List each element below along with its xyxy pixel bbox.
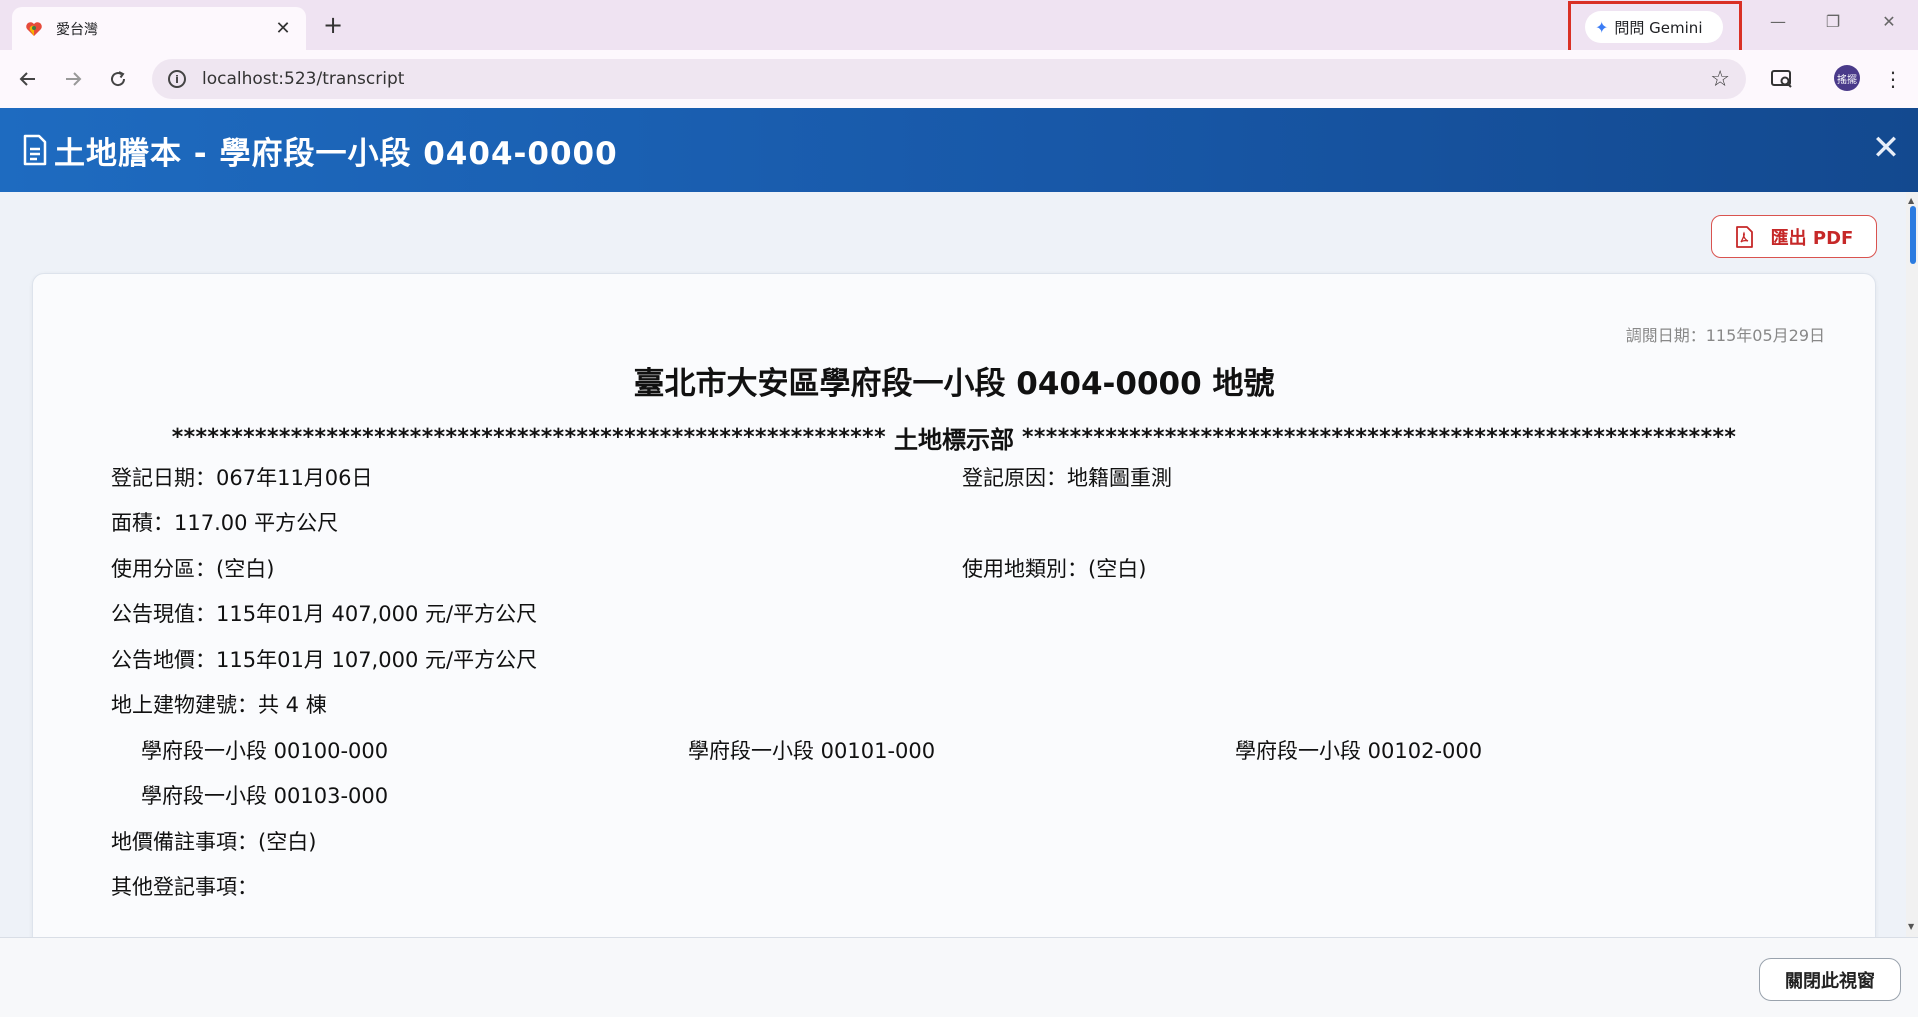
pdf-file-icon	[1735, 225, 1753, 248]
browser-tab[interactable]: 愛台灣 ✕	[12, 7, 306, 50]
modal-footer: 關閉此視窗	[0, 937, 1918, 1017]
scroll-down-arrow-icon[interactable]: ▼	[1908, 922, 1914, 931]
close-window-button[interactable]: 關閉此視窗	[1759, 958, 1901, 1001]
gemini-highlight-box: ✦ 問問 Gemini	[1568, 1, 1742, 53]
print-date: 調閱日期：115年05月29日	[1625, 326, 1825, 345]
browser-menu-icon[interactable]: ⋮	[1880, 63, 1906, 95]
announced-land-price: 公告地價：115年01月 107,000 元/平方公尺	[111, 648, 538, 672]
address-bar[interactable]: i localhost:523/transcript ☆	[152, 59, 1746, 99]
registration-reason: 登記原因：地籍圖重測	[962, 466, 1172, 490]
scroll-up-arrow-icon[interactable]: ▲	[1908, 196, 1914, 205]
section-separator: ****************************************…	[109, 420, 1799, 455]
building-item: 學府段一小段 00100-000	[141, 739, 389, 763]
modal-header: 土地謄本 - 學府段一小段 0404-0000 ✕	[0, 108, 1918, 192]
separator-stars-right: ****************************************…	[1022, 425, 1737, 450]
building-item: 學府段一小段 00102-000	[1235, 739, 1483, 763]
document-title: 臺北市大安區學府段一小段 0404-0000 地號	[633, 366, 1275, 402]
tab-search-icon[interactable]	[1766, 63, 1798, 95]
modal-body: 匯出 PDF 調閱日期：115年05月29日 臺北市大安區學府段一小段 0404…	[0, 192, 1918, 937]
forward-arrow-icon[interactable]	[57, 63, 89, 95]
gemini-label: 問問 Gemini	[1614, 18, 1703, 37]
land-area: 面積：117.00 平方公尺	[111, 511, 339, 535]
ask-gemini-button[interactable]: ✦ 問問 Gemini	[1585, 11, 1723, 43]
heart-favicon-icon	[24, 19, 44, 39]
url-text[interactable]: localhost:523/transcript	[202, 69, 1710, 89]
tab-close-icon[interactable]: ✕	[272, 18, 294, 39]
profile-avatar[interactable]: 搖擺	[1834, 65, 1860, 91]
scrollbar-thumb[interactable]	[1910, 206, 1916, 264]
modal-title: 土地謄本 - 學府段一小段 0404-0000	[54, 135, 618, 172]
new-tab-button[interactable]: +	[318, 10, 348, 40]
registration-date: 登記日期：067年11月06日	[111, 466, 373, 490]
land-use-category: 使用地類別：(空白)	[962, 557, 1147, 581]
tab-title: 愛台灣	[56, 21, 98, 38]
announced-current-value: 公告現值：115年01月 407,000 元/平方公尺	[111, 602, 538, 626]
browser-tab-bar: 愛台灣 ✕ + ✦ 問問 Gemini — ❐ ✕	[0, 0, 1918, 53]
bookmark-star-icon[interactable]: ☆	[1710, 67, 1730, 92]
site-info-icon[interactable]: i	[168, 70, 186, 88]
browser-toolbar: i localhost:523/transcript ☆ 搖擺 ⋮	[0, 50, 1918, 108]
vertical-scrollbar[interactable]	[1906, 192, 1918, 937]
export-pdf-label: 匯出 PDF	[1770, 227, 1854, 249]
back-arrow-icon[interactable]	[12, 63, 44, 95]
zoning: 使用分區：(空白)	[111, 557, 275, 581]
other-registration-items: 其他登記事項：	[111, 875, 258, 899]
land-price-notes: 地價備註事項：(空白)	[111, 830, 317, 854]
minimize-icon[interactable]: —	[1763, 12, 1793, 31]
gemini-sparkle-icon: ✦	[1595, 17, 1609, 37]
section-label: 土地標示部	[894, 426, 1014, 454]
restore-icon[interactable]: ❐	[1818, 12, 1848, 31]
export-pdf-button[interactable]: 匯出 PDF	[1711, 215, 1877, 258]
transcript-card: 調閱日期：115年05月29日 臺北市大安區學府段一小段 0404-0000 地…	[32, 273, 1876, 937]
building-item: 學府段一小段 00103-000	[141, 784, 389, 808]
building-item: 學府段一小段 00101-000	[688, 739, 936, 763]
document-icon	[23, 134, 47, 166]
separator-stars-left: ****************************************…	[171, 425, 886, 450]
reload-icon[interactable]	[102, 63, 134, 95]
modal-close-icon[interactable]: ✕	[1868, 128, 1904, 168]
window-close-icon[interactable]: ✕	[1874, 12, 1904, 31]
buildings-header: 地上建物建號：共 4 棟	[111, 693, 327, 717]
